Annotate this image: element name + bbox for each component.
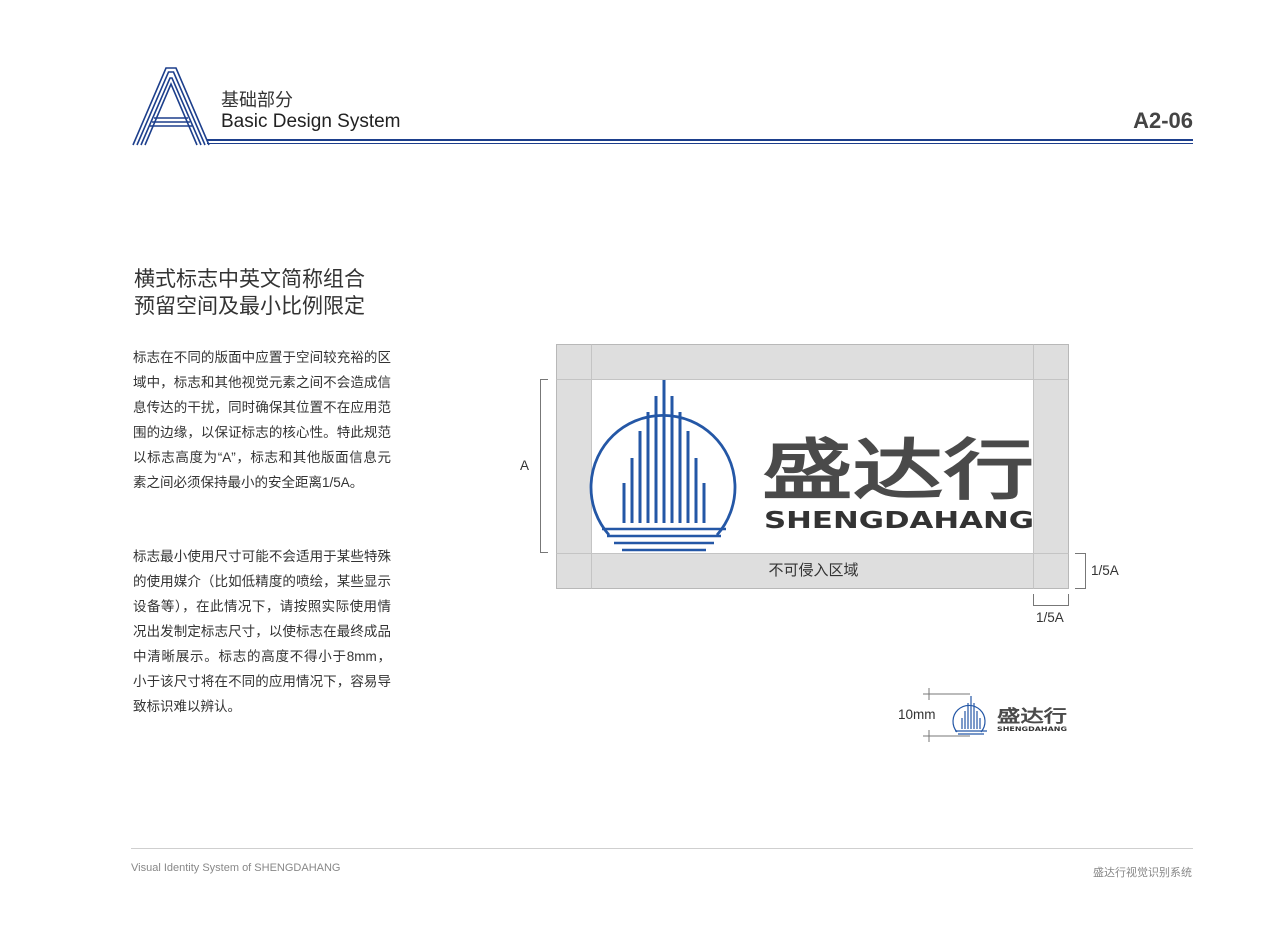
clearspace-diagram: 盛达行 SHENGDAHANG [540, 344, 1086, 606]
footer-right: 盛达行视觉识别系统 [1093, 867, 1192, 879]
right-margin-label: 1/5A [1091, 563, 1119, 578]
section-title-en: Basic Design System [221, 111, 401, 132]
zone-right [1033, 379, 1069, 554]
section-title-zh: 基础部分 [221, 90, 293, 110]
right-margin-bracket [1075, 553, 1086, 589]
page-number: A2-06 [1133, 108, 1193, 133]
clearspace-paragraph: 标志在不同的版面中应置于空间较充裕的区域中，标志和其他视觉元素之间不会造成信息传… [133, 350, 391, 490]
bottom-margin-bracket [1033, 594, 1069, 606]
logo-name-en-small: SHENGDAHANG [997, 725, 1067, 733]
no-intrusion-zone-label: 不可侵入区域 [768, 562, 859, 579]
header-rule [207, 139, 1193, 141]
footer-left: Visual Identity System of SHENGDAHANG [131, 862, 341, 874]
zone-top [556, 344, 1069, 380]
logo-name-zh-large: 盛达行 [762, 432, 1034, 509]
section-letter-mark [132, 67, 210, 146]
footer-rule [131, 848, 1193, 849]
page-title-line2: 预留空间及最小比例限定 [134, 295, 365, 318]
zone-left [556, 379, 592, 554]
height-bracket [540, 379, 548, 553]
page-title: 横式标志中英文简称组合 预留空间及最小比例限定 [134, 266, 434, 320]
page-title-line1: 横式标志中英文简称组合 [134, 268, 365, 291]
logo-emblem-small [952, 696, 987, 735]
minimum-size-paragraph: 标志最小使用尺寸可能不会适用于某些特殊的使用媒介（比如低精度的喷绘，某些显示设备… [133, 549, 391, 714]
logo-name-zh-small: 盛达行 [997, 706, 1067, 727]
height-label: A [520, 458, 530, 473]
bottom-margin-label: 1/5A [1036, 610, 1064, 625]
header-rule-thin [207, 143, 1193, 144]
logo-name-en-large: SHENGDAHANG [764, 508, 1034, 534]
minimum-size-logo: 盛达行 SHENGDAHANG [923, 688, 1067, 742]
